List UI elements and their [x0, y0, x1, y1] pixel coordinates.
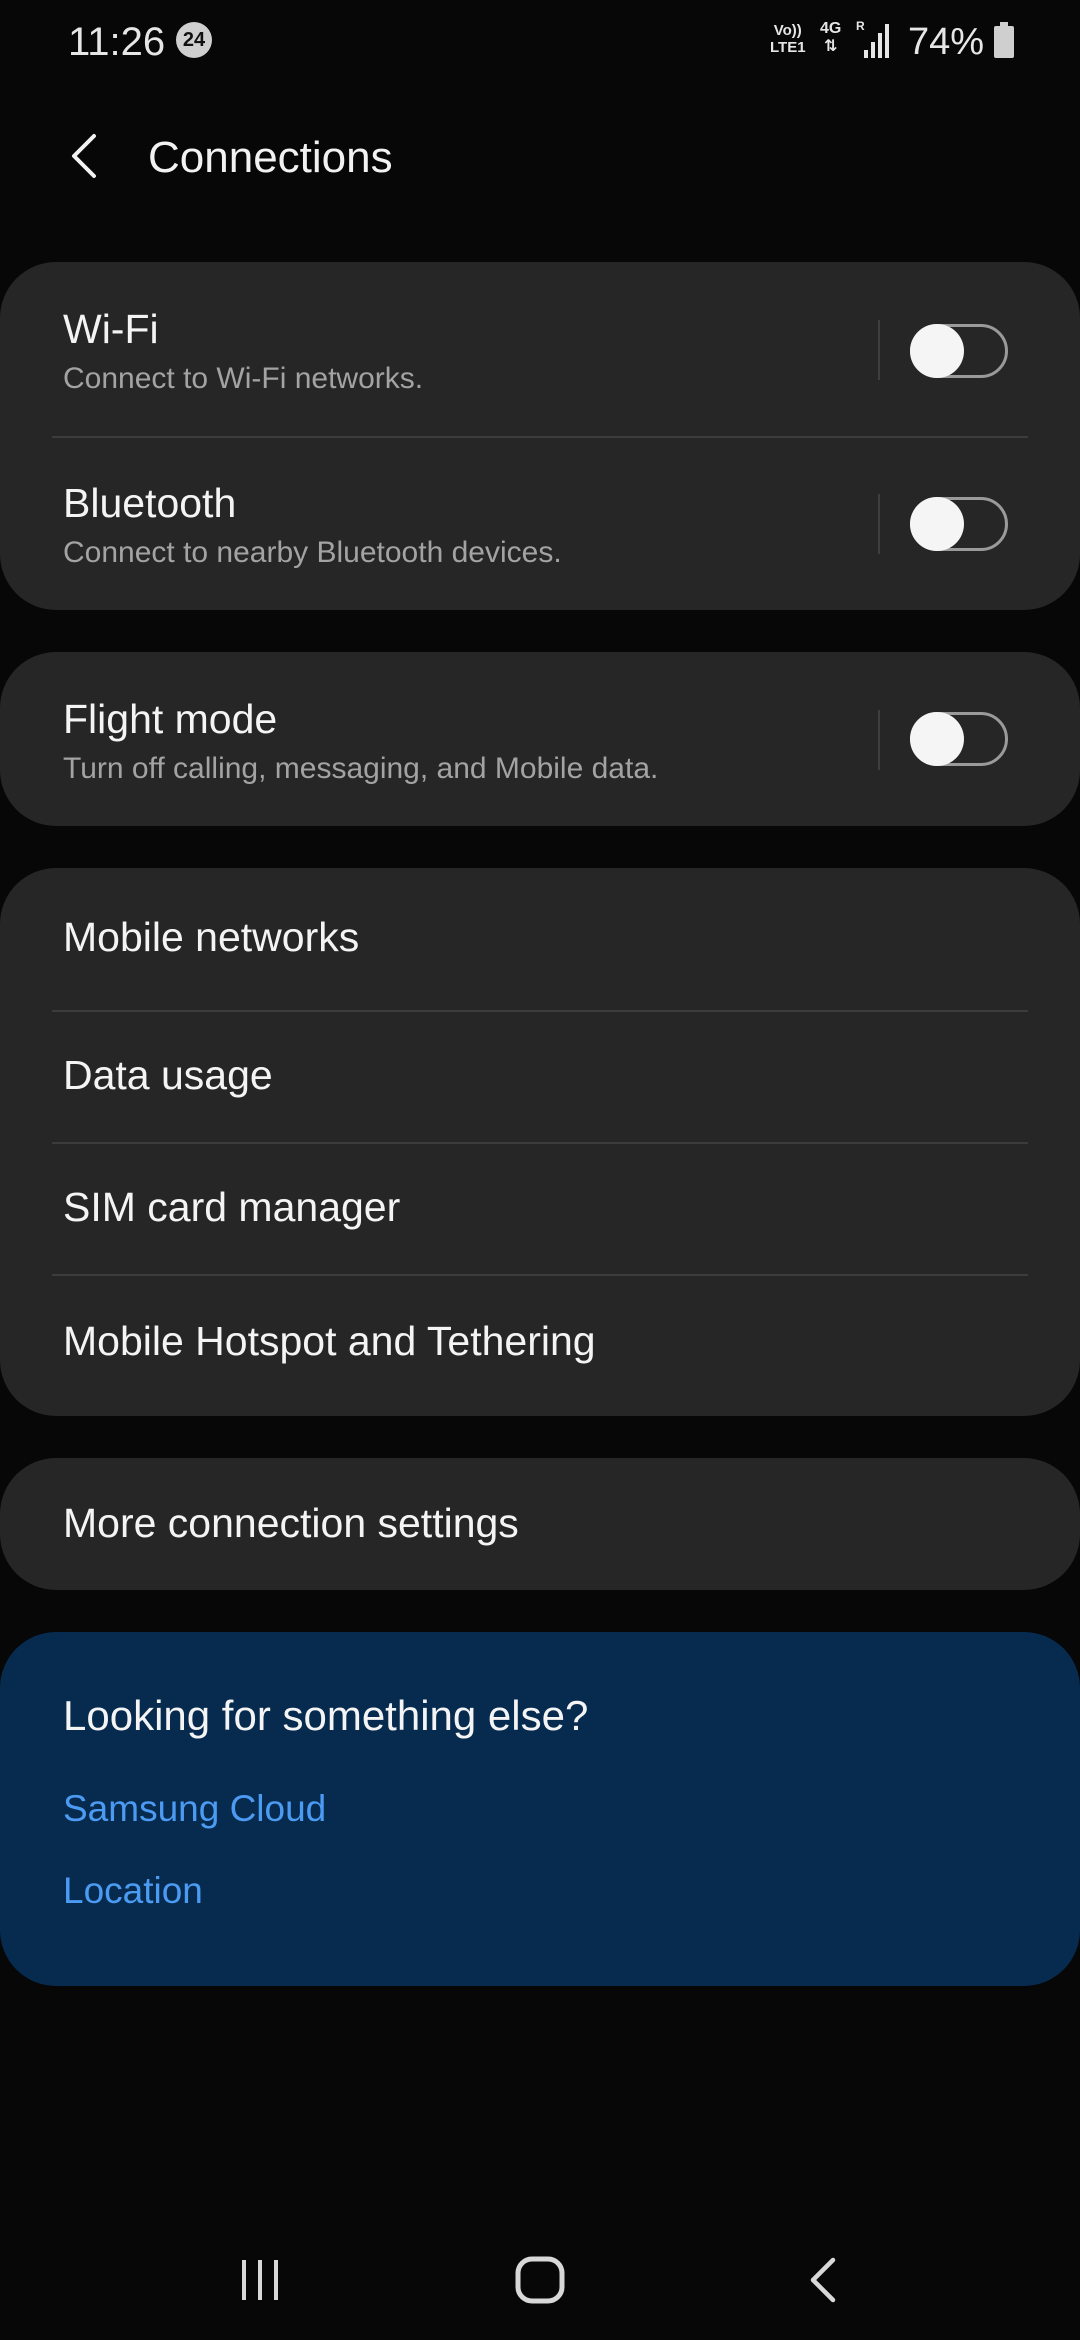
wifi-toggle-knob — [910, 324, 964, 378]
wifi-row[interactable]: Wi-Fi Connect to Wi-Fi networks. — [0, 262, 1080, 436]
wifi-toggle[interactable] — [910, 324, 1008, 378]
bluetooth-title: Bluetooth — [63, 480, 237, 526]
suggestion-title: Looking for something else? — [63, 1692, 589, 1739]
battery-icon — [994, 22, 1014, 58]
flight-mode-toggle[interactable] — [910, 712, 1008, 766]
signal-strength-icon: R — [856, 20, 889, 58]
volte-bottom-label: LTE1 — [770, 39, 806, 56]
flight-mode-title: Flight mode — [63, 696, 278, 742]
roaming-indicator: R — [856, 20, 865, 33]
wifi-separator — [878, 320, 880, 380]
flight-mode-row[interactable]: Flight mode Turn off calling, messaging,… — [0, 652, 1080, 826]
flight-mode-separator — [878, 710, 880, 770]
flight-mode-subtitle: Turn off calling, messaging, and Mobile … — [63, 752, 659, 785]
wifi-title: Wi-Fi — [63, 306, 159, 352]
location-link[interactable]: Location — [63, 1870, 203, 1912]
bluetooth-separator — [878, 494, 880, 554]
bluetooth-subtitle: Connect to nearby Bluetooth devices. — [63, 536, 562, 569]
back-button[interactable] — [56, 124, 112, 188]
data-activity-arrows-icon: ⇅ — [823, 38, 838, 55]
mobile-networks-row[interactable]: Mobile networks — [0, 868, 1080, 1010]
mobile-card: Mobile networks Data usage SIM card mana… — [0, 868, 1080, 1416]
notification-count-badge: 24 — [176, 22, 212, 58]
suggestion-card: Looking for something else? Samsung Clou… — [0, 1632, 1080, 1986]
data-usage-title: Data usage — [63, 1052, 273, 1098]
back-nav-button[interactable] — [772, 2240, 872, 2320]
flight-mode-toggle-knob — [910, 712, 964, 766]
status-time: 11:26 — [68, 20, 166, 64]
status-bar: 11:26 24 Vo)) LTE1 4G ⇅ R 74% — [0, 0, 1080, 84]
recents-button[interactable] — [210, 2240, 310, 2320]
wifi-subtitle: Connect to Wi-Fi networks. — [63, 362, 424, 395]
network-type-indicator: 4G ⇅ — [820, 20, 841, 56]
bluetooth-row[interactable]: Bluetooth Connect to nearby Bluetooth de… — [0, 438, 1080, 610]
recents-icon — [242, 2260, 278, 2300]
chevron-left-icon — [72, 134, 96, 178]
bluetooth-toggle-knob — [910, 497, 964, 551]
data-usage-row[interactable]: Data usage — [0, 1012, 1080, 1142]
sim-card-manager-title: SIM card manager — [63, 1184, 401, 1230]
sim-card-manager-row[interactable]: SIM card manager — [0, 1144, 1080, 1274]
volte-top-label: Vo)) — [773, 22, 802, 39]
network-type-label: 4G — [820, 20, 842, 37]
navigation-bar — [0, 2220, 1080, 2340]
hotspot-tethering-title: Mobile Hotspot and Tethering — [63, 1318, 596, 1364]
volte-indicator: Vo)) LTE1 — [770, 22, 806, 56]
bluetooth-toggle[interactable] — [910, 497, 1008, 551]
more-card: More connection settings — [0, 1458, 1080, 1590]
mobile-networks-title: Mobile networks — [63, 914, 360, 960]
home-button[interactable] — [490, 2240, 590, 2320]
wireless-card: Wi-Fi Connect to Wi-Fi networks. Bluetoo… — [0, 262, 1080, 610]
more-connection-settings-title: More connection settings — [63, 1500, 519, 1546]
more-connection-settings-row[interactable]: More connection settings — [0, 1458, 1080, 1590]
flight-card: Flight mode Turn off calling, messaging,… — [0, 652, 1080, 826]
samsung-cloud-link[interactable]: Samsung Cloud — [63, 1788, 326, 1830]
home-icon — [515, 2256, 565, 2304]
hotspot-tethering-row[interactable]: Mobile Hotspot and Tethering — [0, 1276, 1080, 1416]
back-icon — [810, 2257, 836, 2303]
page-title: Connections — [148, 133, 393, 182]
battery-percent: 74% — [908, 21, 985, 63]
